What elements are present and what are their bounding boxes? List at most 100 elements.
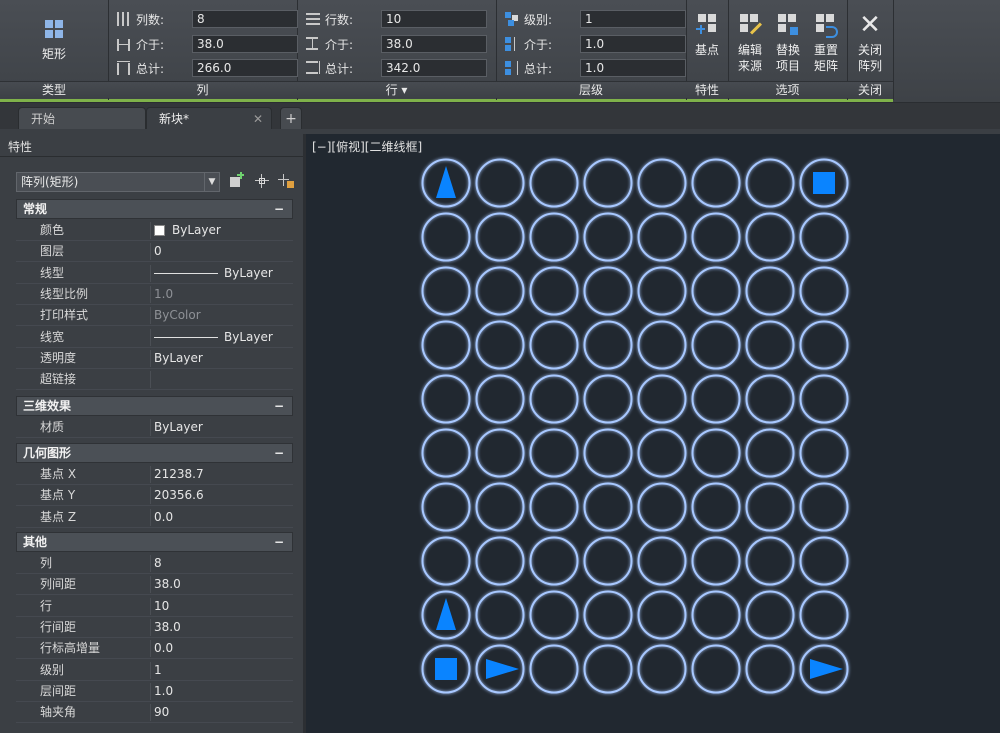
section-header[interactable]: 常规 − xyxy=(16,199,293,219)
property-row[interactable]: 基点 X 21238.7 xyxy=(16,464,293,485)
quick-select-icon[interactable] xyxy=(278,173,294,189)
grip-triangle-up-icon[interactable] xyxy=(436,166,456,198)
array-circle[interactable] xyxy=(637,320,687,370)
array-circle[interactable] xyxy=(799,536,849,586)
array-circle[interactable] xyxy=(637,590,687,640)
property-row[interactable]: 行标高增量 0.0 xyxy=(16,638,293,660)
property-value[interactable]: 38.0 xyxy=(154,617,181,638)
array-circle[interactable] xyxy=(529,536,579,586)
section-header[interactable]: 几何图形 − xyxy=(16,443,293,463)
toggle-pickadd-icon[interactable] xyxy=(229,171,245,189)
property-value[interactable]: 0.0 xyxy=(154,507,173,528)
array-circle[interactable] xyxy=(799,320,849,370)
close-array-button[interactable]: ✕ 关闭 阵列 xyxy=(852,10,888,74)
array-circle[interactable] xyxy=(691,536,741,586)
array-circle[interactable] xyxy=(637,536,687,586)
collapse-icon[interactable]: − xyxy=(274,200,284,218)
array-circle[interactable] xyxy=(529,428,579,478)
array-circle[interactable] xyxy=(583,158,633,208)
array-circle[interactable] xyxy=(637,374,687,424)
array-circle[interactable] xyxy=(529,212,579,262)
array-circle[interactable] xyxy=(637,644,687,694)
columns-total-input[interactable] xyxy=(192,59,298,77)
property-row[interactable]: 材质 ByLayer xyxy=(16,417,293,438)
array-circle[interactable] xyxy=(583,428,633,478)
array-circle[interactable] xyxy=(421,374,471,424)
array-circle[interactable] xyxy=(745,590,795,640)
columns-count-input[interactable] xyxy=(192,10,298,28)
levels-spacing-input[interactable] xyxy=(580,35,686,53)
select-objects-icon[interactable] xyxy=(254,173,270,189)
section-header[interactable]: 其他 − xyxy=(16,532,293,552)
array-circle[interactable] xyxy=(529,374,579,424)
array-circle[interactable] xyxy=(691,374,741,424)
new-tab-button[interactable]: + xyxy=(280,107,302,129)
array-circle[interactable] xyxy=(745,428,795,478)
array-circle[interactable] xyxy=(799,590,849,640)
array-circle[interactable] xyxy=(421,266,471,316)
array-circle[interactable] xyxy=(691,158,741,208)
array-circle[interactable] xyxy=(799,482,849,532)
property-row[interactable]: 行 10 xyxy=(16,596,293,617)
rows-count-input[interactable] xyxy=(381,10,487,28)
collapse-icon[interactable]: − xyxy=(274,533,284,551)
property-row[interactable]: 打印样式 ByColor xyxy=(16,305,293,327)
property-row[interactable]: 轴夹角 90 xyxy=(16,702,293,724)
array-circle[interactable] xyxy=(583,644,633,694)
array-circle[interactable] xyxy=(583,212,633,262)
array-circle[interactable] xyxy=(475,482,525,532)
array-circle[interactable] xyxy=(421,536,471,586)
array-circle[interactable] xyxy=(475,374,525,424)
array-circle[interactable] xyxy=(475,590,525,640)
array-circle[interactable] xyxy=(691,266,741,316)
property-value[interactable]: 1.0 xyxy=(154,681,173,702)
property-row[interactable]: 线型比例 1.0 xyxy=(16,284,293,305)
array-circle[interactable] xyxy=(637,266,687,316)
array-circle[interactable] xyxy=(583,266,633,316)
property-value[interactable]: ByLayer xyxy=(154,417,203,438)
replace-item-button[interactable]: 替换 项目 xyxy=(770,10,806,74)
array-circle[interactable] xyxy=(583,536,633,586)
array-circle[interactable] xyxy=(529,158,579,208)
property-value[interactable]: 1 xyxy=(154,660,162,681)
property-row[interactable]: 级别 1 xyxy=(16,660,293,681)
object-type-select[interactable]: 阵列(矩形) ▼ xyxy=(16,172,220,192)
array-circle[interactable] xyxy=(637,158,687,208)
property-value[interactable]: 0.0 xyxy=(154,638,173,659)
array-circle[interactable] xyxy=(583,482,633,532)
array-circle[interactable] xyxy=(799,212,849,262)
columns-spacing-input[interactable] xyxy=(192,35,298,53)
property-value[interactable]: ByLayer xyxy=(154,263,273,284)
property-row[interactable]: 行间距 38.0 xyxy=(16,617,293,638)
property-value[interactable]: ByColor xyxy=(154,305,201,326)
array-circle[interactable] xyxy=(529,482,579,532)
grip-triangle-right-icon[interactable] xyxy=(810,659,843,679)
array-circle[interactable] xyxy=(475,536,525,586)
property-value[interactable]: 0 xyxy=(154,241,162,262)
array-circle[interactable] xyxy=(691,212,741,262)
array-circle[interactable] xyxy=(475,212,525,262)
array-circle[interactable] xyxy=(475,428,525,478)
array-circle[interactable] xyxy=(745,374,795,424)
levels-count-input[interactable] xyxy=(580,10,686,28)
property-value[interactable]: 1.0 xyxy=(154,284,173,305)
array-circle[interactable] xyxy=(421,428,471,478)
rectangular-type-button[interactable]: 矩形 xyxy=(24,14,84,62)
edit-source-button[interactable]: 编辑 来源 xyxy=(732,10,768,74)
property-value[interactable]: 21238.7 xyxy=(154,464,204,485)
grip-triangle-right-icon[interactable] xyxy=(486,659,519,679)
array-circle[interactable] xyxy=(691,644,741,694)
array-circle[interactable] xyxy=(745,482,795,532)
array-circle[interactable] xyxy=(637,428,687,478)
reset-matrix-button[interactable]: 重置 矩阵 xyxy=(808,10,844,74)
property-value[interactable]: 20356.6 xyxy=(154,485,204,506)
array-circle[interactable] xyxy=(799,428,849,478)
array-circle[interactable] xyxy=(745,320,795,370)
tab-close-icon[interactable]: ✕ xyxy=(253,108,263,130)
property-value[interactable]: ByLayer xyxy=(154,327,273,348)
property-row[interactable]: 线型 ByLayer xyxy=(16,263,293,284)
array-circle[interactable] xyxy=(745,536,795,586)
array-circle[interactable] xyxy=(691,320,741,370)
levels-total-input[interactable] xyxy=(580,59,686,77)
array-circle[interactable] xyxy=(529,266,579,316)
